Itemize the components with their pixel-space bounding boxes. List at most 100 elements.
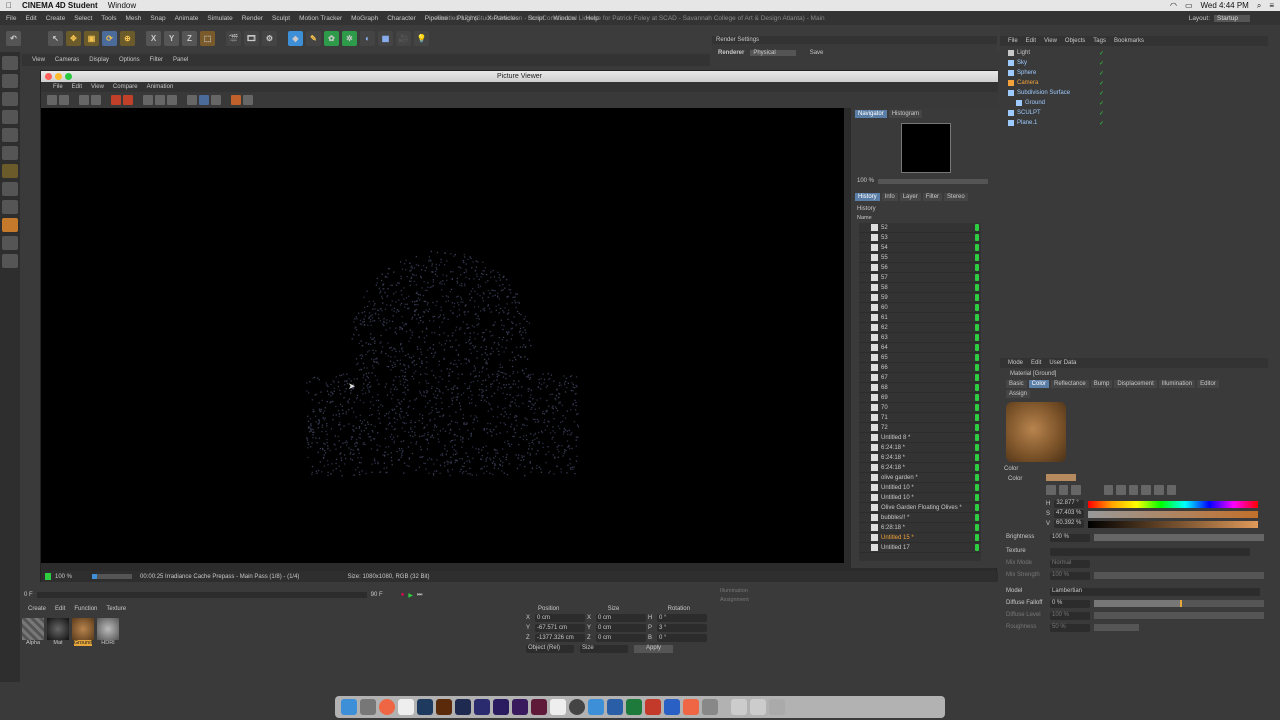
photoshop-icon[interactable] — [417, 699, 433, 715]
status-zoom[interactable]: 100 % — [55, 574, 72, 580]
history-item[interactable]: 53 — [859, 233, 981, 243]
hue-slider[interactable] — [1088, 500, 1259, 508]
om-menu-edit[interactable]: Edit — [1026, 38, 1036, 44]
scale-icon[interactable]: ▣ — [84, 31, 99, 46]
history-item[interactable]: Untitled 10 * — [859, 483, 981, 493]
menu-render[interactable]: Render — [242, 15, 263, 22]
history-item[interactable]: 58 — [859, 283, 981, 293]
attr-menu-mode[interactable]: Mode — [1008, 360, 1023, 366]
model-mode-icon[interactable] — [2, 56, 18, 70]
visibility-check-icon[interactable]: ✓ — [1099, 50, 1104, 57]
tab-history[interactable]: History — [855, 193, 880, 201]
excel-icon[interactable] — [626, 699, 642, 715]
history-item[interactable]: 61 — [859, 313, 981, 323]
coord-value-field[interactable]: 0 cm — [596, 634, 646, 642]
camera-icon[interactable]: 🎥 — [396, 31, 411, 46]
mix-strength-field[interactable]: 100 % — [1050, 572, 1090, 580]
history-item[interactable]: 62 — [859, 323, 981, 333]
calendar-icon[interactable] — [398, 699, 414, 715]
move-icon[interactable]: ✥ — [66, 31, 81, 46]
mix-strength-slider[interactable] — [1094, 572, 1264, 579]
diffuse-level-slider[interactable] — [1094, 612, 1264, 619]
search-icon[interactable]: ⌕ — [1257, 1, 1261, 11]
floor-icon[interactable]: ▦ — [378, 31, 393, 46]
blender-icon[interactable] — [569, 699, 585, 715]
tab-basic[interactable]: Basic — [1006, 380, 1027, 388]
go-to-end-icon[interactable]: ⏭ — [417, 592, 422, 599]
history-item[interactable]: 69 — [859, 393, 981, 403]
mat-menu-texture[interactable]: Texture — [106, 606, 126, 612]
navigator-zoom-slider[interactable] — [878, 178, 989, 184]
finder-icon[interactable] — [341, 699, 357, 715]
battery-icon[interactable]: ▭ — [1185, 1, 1193, 11]
color-swatch[interactable] — [1046, 474, 1076, 481]
tab-info[interactable]: Info — [881, 193, 898, 201]
mix-mode-select[interactable]: Normal — [1050, 560, 1090, 568]
deformer-icon[interactable]: ◐ — [360, 31, 375, 46]
filter-icon[interactable] — [199, 95, 209, 105]
visibility-check-icon[interactable]: ✓ — [1099, 90, 1104, 97]
wifi-icon[interactable]: ◠ — [1170, 1, 1177, 11]
coord-size-mode-select[interactable]: Size — [580, 645, 628, 653]
color-mode-kelvin-icon[interactable] — [1128, 485, 1139, 495]
history-item[interactable]: Untitled 17 — [859, 543, 981, 553]
history-item[interactable]: Untitled 8 * — [859, 433, 981, 443]
menu-motion-tracker[interactable]: Motion Tracker — [299, 15, 342, 22]
illustrator-icon[interactable] — [436, 699, 452, 715]
window-menu[interactable]: Window — [108, 1, 136, 10]
om-menu-objects[interactable]: Objects — [1065, 38, 1085, 44]
history-item[interactable]: 67 — [859, 373, 981, 383]
om-menu-bookmarks[interactable]: Bookmarks — [1114, 38, 1144, 44]
texture-mode-icon[interactable] — [2, 74, 18, 88]
axis-mode-icon[interactable] — [2, 164, 18, 178]
object-row[interactable]: Ground ✓ — [1004, 98, 1264, 108]
coord-value-field[interactable]: 0 ° — [657, 614, 707, 622]
history-item[interactable]: 56 — [859, 263, 981, 273]
viewport-menu-panel[interactable]: Panel — [173, 57, 188, 63]
render-region-icon[interactable] — [123, 95, 133, 105]
color-mode-rgb-icon[interactable] — [1103, 485, 1114, 495]
tab-filter[interactable]: Filter — [922, 193, 943, 201]
material-mat[interactable] — [47, 618, 69, 640]
cube-icon[interactable]: ◆ — [288, 31, 303, 46]
tab-editor[interactable]: Editor — [1197, 380, 1219, 388]
menu-edit[interactable]: Edit — [25, 15, 36, 22]
z-axis-button[interactable]: Z — [182, 31, 197, 46]
history-item[interactable]: olive garden * — [859, 473, 981, 483]
coord-value-field[interactable]: -67.571 cm — [535, 624, 585, 632]
menu-tools[interactable]: Tools — [101, 15, 116, 22]
object-row[interactable]: Camera ✓ — [1004, 78, 1264, 88]
pv-menu-compare[interactable]: Compare — [113, 84, 138, 90]
apply-button[interactable]: Apply — [634, 645, 674, 653]
menu-simulate[interactable]: Simulate — [207, 15, 232, 22]
tab-illumination[interactable]: Illumination — [1158, 380, 1196, 388]
history-item[interactable]: 52 — [859, 223, 981, 233]
color-mode-wheel-icon[interactable] — [1046, 485, 1056, 495]
pv-menu-animation[interactable]: Animation — [147, 84, 174, 90]
rotate-icon[interactable]: ⟳ — [102, 31, 117, 46]
coord-value-field[interactable]: 0 ° — [657, 634, 707, 642]
lock-icon[interactable] — [2, 254, 18, 268]
minimize-button[interactable] — [55, 73, 62, 80]
downloads-icon[interactable] — [731, 699, 747, 715]
history-item[interactable]: 66 — [859, 363, 981, 373]
visibility-check-icon[interactable]: ✓ — [1099, 70, 1104, 77]
viewport-menu-display[interactable]: Display — [89, 57, 109, 63]
color-mode-swatches-icon[interactable] — [1153, 485, 1164, 495]
color-mode-hsv-icon[interactable] — [1116, 485, 1126, 495]
menu-create[interactable]: Create — [46, 15, 66, 22]
tab-bump[interactable]: Bump — [1090, 380, 1113, 388]
open-icon[interactable] — [47, 95, 57, 105]
edges-mode-icon[interactable] — [2, 128, 18, 142]
model-select[interactable]: Lambertian — [1050, 588, 1260, 596]
viewport-menu-cameras[interactable]: Cameras — [55, 57, 79, 63]
cinema4d-icon[interactable] — [607, 699, 623, 715]
save-icon[interactable] — [59, 95, 69, 105]
navigator-thumbnail[interactable] — [901, 123, 951, 173]
pv-menu-edit[interactable]: Edit — [72, 84, 82, 90]
close-button[interactable] — [45, 73, 52, 80]
diffuse-falloff-slider[interactable] — [1094, 600, 1264, 607]
timeline-slider[interactable] — [36, 592, 367, 598]
mat-menu-edit[interactable]: Edit — [55, 606, 65, 612]
fullscreen-icon[interactable] — [143, 95, 153, 105]
